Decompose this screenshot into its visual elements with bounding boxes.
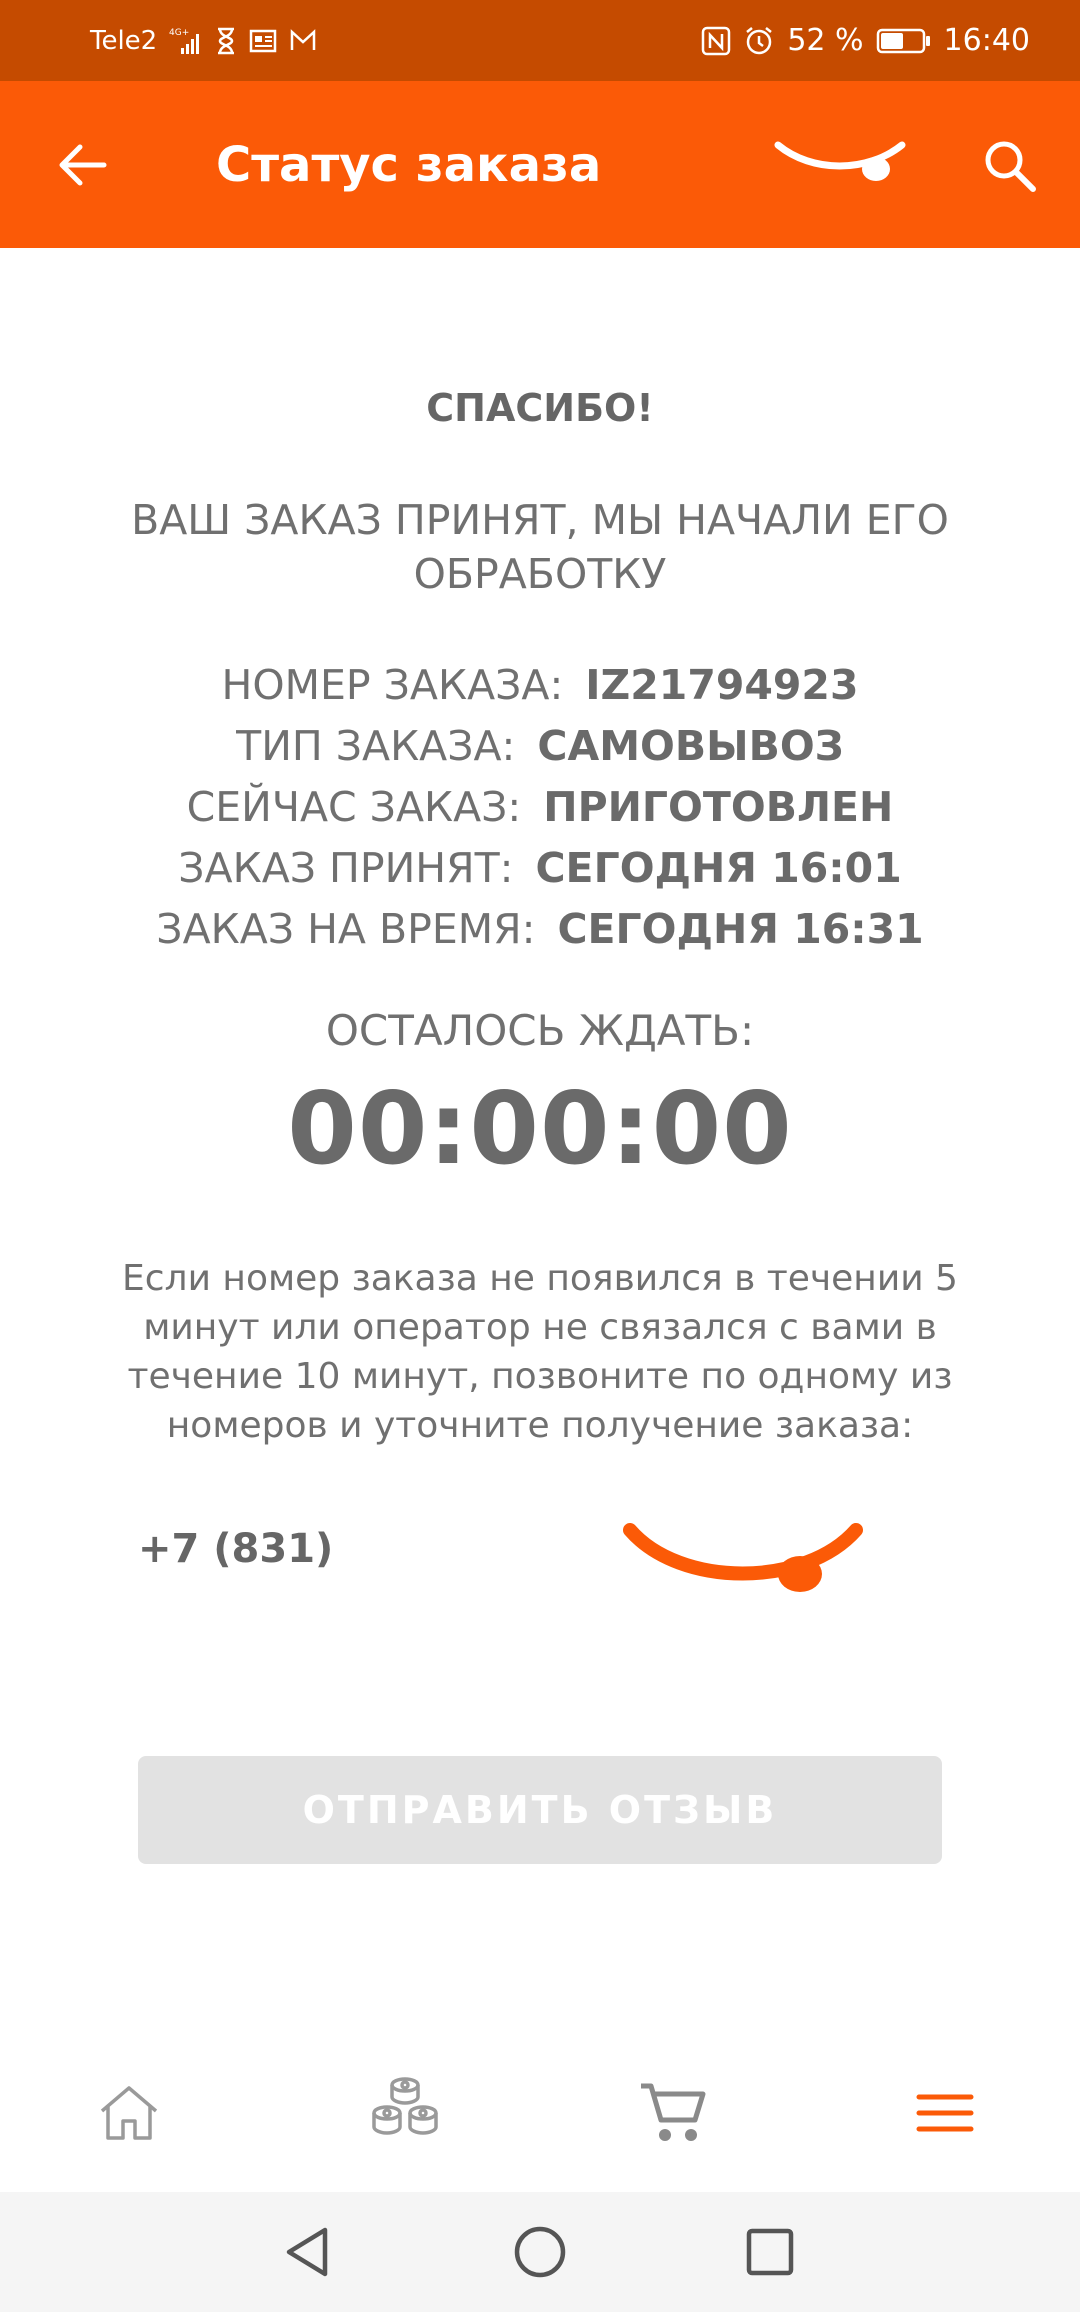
order-accepted-time-label: ЗАКАЗ ПРИНЯТ:: [178, 844, 514, 892]
alarm-icon: [743, 25, 775, 57]
contact-note: Если номер заказа не появился в течении …: [122, 1258, 958, 1446]
nav-menu-catalog[interactable]: [360, 2068, 450, 2158]
page-title: Статус заказа: [216, 136, 602, 193]
app-bar: Статус заказа: [0, 81, 1080, 248]
order-state-row: СЕЙЧАС ЗАКАЗ: ПРИГОТОВЛЕН: [0, 783, 1080, 831]
svg-text:4G+: 4G+: [169, 28, 189, 38]
battery-icon: [876, 28, 932, 54]
order-type-row: ТИП ЗАКАЗА: САМОВЫВОЗ: [0, 722, 1080, 770]
phone-number-link[interactable]: +7 (831): [138, 1526, 333, 1572]
home-circle-icon: [514, 2226, 566, 2278]
brand-logo-image: [620, 1510, 870, 1610]
system-recents-button[interactable]: [732, 2214, 808, 2290]
smile-logo-icon: [774, 141, 906, 181]
order-accepted-text: ВАШ ЗАКАЗ ПРИНЯТ, МЫ НАЧАЛИ ЕГО ОБРАБОТК…: [131, 496, 949, 598]
status-bar-right: 52 % 16:40: [701, 0, 1030, 81]
nav-cart[interactable]: [627, 2068, 717, 2158]
back-button[interactable]: [52, 134, 114, 196]
nfc-icon: [701, 26, 731, 56]
order-scheduled-time-row: ЗАКАЗ НА ВРЕМЯ: СЕГОДНЯ 16:31: [0, 905, 1080, 953]
carrier-name: Tele2: [90, 25, 158, 56]
hamburger-menu-icon: [916, 2094, 974, 2132]
order-state-label: СЕЙЧАС ЗАКАЗ:: [186, 783, 522, 831]
hourglass-icon: [215, 27, 237, 55]
system-back-button[interactable]: [270, 2214, 346, 2290]
back-triangle-icon: [286, 2227, 328, 2277]
mail-icon: [289, 28, 317, 53]
clock: 16:40: [943, 23, 1030, 58]
order-accepted-time-value: СЕГОДНЯ 16:01: [535, 844, 902, 892]
order-number-label: НОМЕР ЗАКАЗА:: [221, 661, 564, 709]
order-state-value: ПРИГОТОВЛЕН: [543, 783, 894, 831]
order-number-value: IZ21794923: [585, 661, 859, 709]
order-type-value: САМОВЫВОЗ: [537, 722, 844, 770]
remaining-time-label: ОСТАЛОСЬ ЖДАТЬ:: [325, 1006, 755, 1055]
nav-home[interactable]: [84, 2068, 174, 2158]
battery-percent: 52 %: [787, 23, 864, 58]
search-button[interactable]: [975, 131, 1045, 201]
thanks-heading: СПАСИБО!: [426, 386, 654, 430]
logo-button[interactable]: [772, 131, 912, 201]
order-number-row: НОМЕР ЗАКАЗА: IZ21794923: [0, 661, 1080, 709]
cart-icon: [641, 2083, 706, 2141]
order-scheduled-time-value: СЕГОДНЯ 16:31: [557, 905, 924, 953]
news-icon: [249, 28, 277, 54]
send-review-button[interactable]: ОТПРАВИТЬ ОТЗЫВ: [138, 1756, 942, 1864]
search-icon: [985, 141, 1036, 192]
signal-icon: 4G+: [169, 26, 203, 56]
home-icon: [100, 2086, 158, 2140]
system-home-button[interactable]: [502, 2214, 578, 2290]
countdown-timer: 00:00:00: [287, 1070, 793, 1187]
status-bar: Tele2 4G+ 52 % 16:40: [0, 0, 1080, 81]
order-type-label: ТИП ЗАКАЗА:: [236, 722, 516, 770]
status-bar-left: Tele2 4G+: [90, 0, 317, 81]
nav-more[interactable]: [900, 2068, 990, 2158]
recents-square-icon: [746, 2228, 794, 2276]
arrow-left-icon: [59, 144, 107, 186]
bottom-navigation: [0, 2040, 1080, 2200]
order-scheduled-time-label: ЗАКАЗ НА ВРЕМЯ:: [156, 905, 536, 953]
order-accepted-time-row: ЗАКАЗ ПРИНЯТ: СЕГОДНЯ 16:01: [0, 844, 1080, 892]
smile-logo-icon: [623, 1523, 863, 1592]
sushi-menu-icon: [372, 2077, 438, 2135]
system-navigation-bar: [0, 2192, 1080, 2312]
